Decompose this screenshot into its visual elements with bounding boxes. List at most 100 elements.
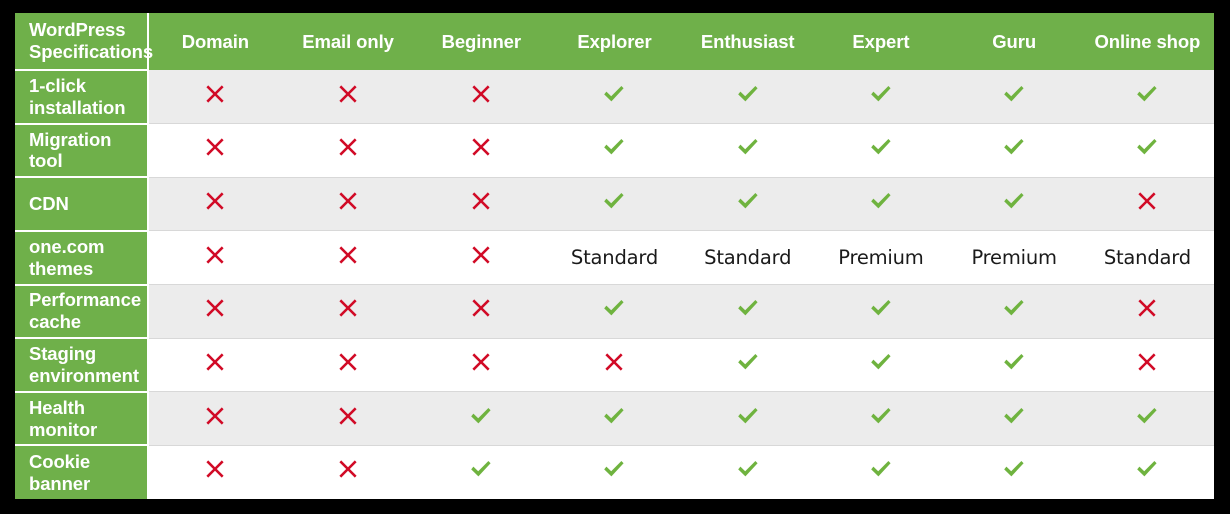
row-label-staging-environment: Staging environment (15, 338, 150, 393)
cell-cross (148, 70, 282, 125)
check-icon (868, 134, 894, 160)
cell-cross (414, 284, 548, 339)
check-icon (468, 456, 494, 482)
column-header-guru: Guru (947, 13, 1081, 70)
cell-check (681, 338, 815, 393)
check-icon (468, 403, 494, 429)
table-row: Migration tool (15, 123, 1214, 179)
cell-check (1080, 123, 1214, 178)
cell-check (547, 123, 682, 178)
check-icon (735, 188, 761, 214)
table-row: Performance cache (15, 284, 1214, 340)
cell-cross (414, 70, 548, 125)
row-label-migration-tool: Migration tool (15, 123, 150, 179)
cell-value-label: Premium (838, 245, 924, 269)
cross-icon (203, 350, 227, 374)
cross-icon (336, 189, 360, 213)
cell-check (947, 123, 1081, 178)
cell-cross (281, 338, 415, 393)
cell-check (547, 445, 682, 499)
cell-value-label: Standard (570, 245, 659, 269)
cell-cross (547, 338, 682, 393)
cross-icon (336, 135, 360, 159)
cell-check (814, 177, 948, 232)
check-icon (601, 81, 627, 107)
cross-icon (469, 189, 493, 213)
cell-cross (414, 123, 548, 178)
cell-check (814, 338, 948, 393)
cell-check (547, 70, 682, 125)
cross-icon (336, 82, 360, 106)
check-icon (601, 295, 627, 321)
check-icon (868, 456, 894, 482)
column-header-online-shop: Online shop (1080, 13, 1214, 70)
cross-icon (336, 457, 360, 481)
check-icon (868, 188, 894, 214)
check-icon (1001, 134, 1027, 160)
check-icon (601, 134, 627, 160)
row-label-cdn: CDN (15, 177, 150, 232)
check-icon (1001, 81, 1027, 107)
cell-check (947, 445, 1081, 499)
check-icon (1134, 81, 1160, 107)
check-icon (601, 403, 627, 429)
cross-icon (203, 296, 227, 320)
table-row: CDN (15, 177, 1214, 232)
cell-cross (281, 230, 415, 285)
check-icon (1001, 188, 1027, 214)
table-row: Cookie banner (15, 445, 1214, 499)
cell-cross (281, 123, 415, 178)
cell-check (814, 445, 948, 499)
cross-icon (469, 82, 493, 106)
check-icon (868, 295, 894, 321)
check-icon (868, 81, 894, 107)
cross-icon (203, 457, 227, 481)
cross-icon (336, 296, 360, 320)
cross-icon (203, 135, 227, 159)
cell-check (681, 284, 815, 339)
cross-icon (1135, 189, 1159, 213)
cross-icon (469, 296, 493, 320)
cell-cross (148, 123, 282, 178)
cell-check (814, 284, 948, 339)
cell-check (1080, 70, 1214, 125)
cross-icon (469, 350, 493, 374)
check-icon (735, 403, 761, 429)
cross-icon (203, 243, 227, 267)
header-row: WordPress Specifications Domain Email on… (15, 13, 1214, 71)
check-icon (735, 456, 761, 482)
page-root: WordPress Specifications Domain Email on… (0, 0, 1230, 514)
cell-check (947, 391, 1081, 446)
cross-icon (469, 243, 493, 267)
check-icon (1001, 295, 1027, 321)
column-header-domain: Domain (148, 13, 282, 70)
cross-icon (602, 350, 626, 374)
cell-check (547, 391, 682, 446)
cell-cross (414, 230, 548, 285)
cross-icon (336, 350, 360, 374)
cross-icon (336, 243, 360, 267)
check-icon (1001, 403, 1027, 429)
row-label-cookie-banner: Cookie banner (15, 445, 150, 499)
cross-icon (203, 404, 227, 428)
cell-check (681, 177, 815, 232)
wordpress-specifications-table: WordPress Specifications Domain Email on… (15, 13, 1214, 499)
table-row: Staging environment (15, 338, 1214, 393)
table-header: WordPress Specifications Domain Email on… (15, 13, 1214, 71)
column-header-specifications: WordPress Specifications (15, 13, 153, 71)
cell-text: Standard (681, 230, 815, 285)
cell-cross (414, 177, 548, 232)
cell-cross (281, 177, 415, 232)
cell-check (547, 177, 682, 232)
cell-value-label: Premium (971, 245, 1057, 269)
cell-check (1080, 391, 1214, 446)
check-icon (601, 188, 627, 214)
check-icon (735, 349, 761, 375)
cell-cross (281, 284, 415, 339)
cell-check (947, 338, 1081, 393)
cell-check (547, 284, 682, 339)
cross-icon (469, 135, 493, 159)
row-label-one-com-themes: one.com themes (15, 230, 150, 286)
cell-check (814, 70, 948, 125)
table-row: Health monitor (15, 391, 1214, 447)
